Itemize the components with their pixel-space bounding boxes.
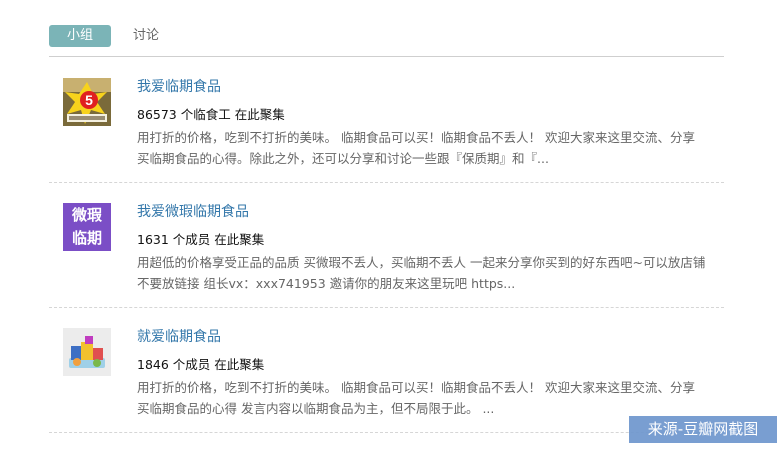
group-member-count: 1631 个成员 在此聚集 [137,232,265,247]
group-name-link[interactable]: 就爱临期食品 [137,326,221,346]
group-avatar-image[interactable]: 5 [63,78,111,126]
group-member-count: 1846 个成员 在此聚集 [137,357,265,372]
group-description: 用打折的价格，吃到不打折的美味。 临期食品可以买！临期食品不丢人！ 欢迎大家来这… [137,377,727,419]
tab-groups[interactable]: 小组 [49,25,111,47]
svg-text:5: 5 [85,92,93,108]
tab-bar: 小组 讨论 [49,25,159,47]
avatar-text: 微瑕 [71,206,102,224]
group-member-count: 86573 个临食工 在此聚集 [137,107,285,122]
group-avatar-image[interactable] [63,328,111,376]
avatar-text: 临期 [71,229,102,247]
group-avatar-image[interactable]: 微瑕 临期 [63,203,111,251]
group-list-item: 就爱临期食品 1846 个成员 在此聚集 用打折的价格，吃到不打折的美味。 临期… [49,308,724,433]
group-description-line: 不要放链接 组长vx：xxx741953 邀请你的朋友来这里玩吧 https..… [137,276,516,291]
group-list-item: 5 我爱临期食品 86573 个临食工 在此聚集 用打折的价格，吃到不打折的美味… [49,58,724,183]
group-list-item: 微瑕 临期 我爱微瑕临期食品 1631 个成员 在此聚集 用超低的价格享受正品的… [49,183,724,308]
group-description-line: 用超低的价格享受正品的品质 买微瑕不丢人，买临期不丢人 一起来分享你买到的好东西… [137,255,706,270]
group-description-line: 买临期食品的心得。除此之外，还可以分享和讨论一些跟『保质期』和『... [137,151,549,166]
group-name-link[interactable]: 我爱微瑕临期食品 [137,201,249,221]
tab-divider [49,56,724,57]
group-description: 用超低的价格享受正品的品质 买微瑕不丢人，买临期不丢人 一起来分享你买到的好东西… [137,252,727,294]
group-description-line: 用打折的价格，吃到不打折的美味。 临期食品可以买！临期食品不丢人！ 欢迎大家来这… [137,130,695,145]
group-description: 用打折的价格，吃到不打折的美味。 临期食品可以买！临期食品不丢人！ 欢迎大家来这… [137,127,727,169]
group-name-link[interactable]: 我爱临期食品 [137,76,221,96]
tab-discussions[interactable]: 讨论 [133,25,159,47]
source-watermark: 来源-豆瓣网截图 [629,416,777,443]
group-description-line: 用打折的价格，吃到不打折的美味。 临期食品可以买！临期食品不丢人！ 欢迎大家来这… [137,380,695,395]
